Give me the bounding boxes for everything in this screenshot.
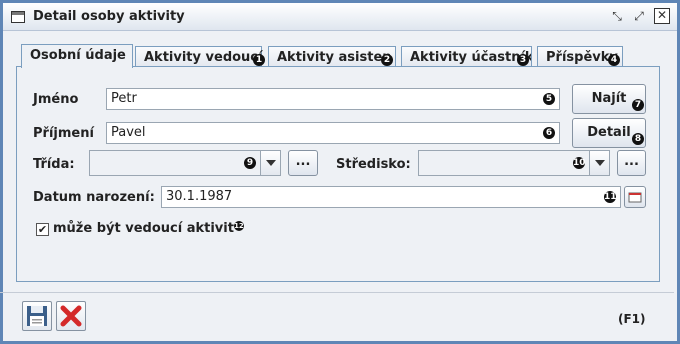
window-icon (11, 11, 25, 23)
first-name-label: Jméno (33, 92, 79, 107)
last-name-label: Příjmení (33, 126, 94, 141)
tab-aktivity-vedouci[interactable]: Aktivity vedoucí 1 (135, 46, 265, 67)
button-badge: 7 (632, 99, 644, 111)
field-badge: 6 (543, 127, 555, 139)
tab-label: Příspěvky (546, 50, 618, 65)
class-browse-button[interactable]: ... (288, 150, 318, 176)
tab-label: Aktivity asisten (277, 50, 392, 65)
center-browse-button[interactable]: ... (617, 150, 646, 176)
tab-badge: 1 (253, 54, 265, 66)
tab-aktivity-ucastnik[interactable]: Aktivity účastník 3 (401, 46, 532, 67)
class-combobox[interactable]: 9 (89, 150, 281, 176)
save-button[interactable] (22, 301, 52, 331)
field-badge: 5 (543, 93, 555, 105)
detail-button[interactable]: Detail 8 (572, 118, 646, 148)
tab-label: Osobní údaje (30, 48, 126, 63)
find-button[interactable]: Najít 7 (572, 84, 646, 114)
tab-badge: 4 (608, 54, 620, 66)
detail-button-label: Detail (587, 125, 631, 140)
footer-separator (0, 292, 674, 293)
save-icon (27, 306, 47, 326)
minimize-icon[interactable]: ⤡ (609, 8, 625, 24)
can-lead-text: může být vedoucí aktivit (53, 221, 234, 236)
combo-badge: 10 (573, 157, 586, 169)
find-button-label: Najít (591, 91, 627, 106)
birth-date-value: 30.1.1987 (166, 189, 233, 204)
birth-date-field[interactable]: 30.1.1987 11 (161, 186, 621, 208)
help-shortcut: (F1) (618, 312, 646, 326)
tab-badge: 3 (517, 54, 529, 66)
title-bar: Detail osoby aktivity ⤡ ⤢ ✕ (3, 3, 677, 31)
can-lead-label: může být vedoucí aktivit12 (53, 221, 244, 236)
center-label: Středisko: (336, 157, 411, 172)
tab-label: Aktivity vedoucí (144, 50, 263, 65)
calendar-icon (628, 192, 642, 203)
cancel-button[interactable] (56, 301, 86, 331)
tab-prispevky[interactable]: Příspěvky 4 (537, 46, 623, 67)
field-badge: 11 (604, 191, 617, 203)
tab-aktivity-asisten[interactable]: Aktivity asisten 2 (268, 46, 396, 67)
birth-date-label: Datum narození: (33, 190, 155, 205)
browse-label: ... (295, 154, 311, 169)
class-label: Třída: (33, 157, 75, 172)
tab-osobni-udaje[interactable]: Osobní údaje (21, 44, 133, 68)
checkbox-badge: 12 (233, 221, 244, 231)
maximize-icon[interactable]: ⤢ (631, 8, 647, 24)
tab-badge: 2 (381, 54, 393, 66)
first-name-field[interactable]: Petr 5 (106, 88, 560, 110)
window-title: Detail osoby aktivity (33, 9, 185, 24)
browse-label: ... (624, 154, 639, 169)
chevron-down-icon[interactable] (260, 151, 280, 175)
combo-badge: 9 (244, 157, 256, 169)
last-name-field[interactable]: Pavel 6 (106, 122, 560, 144)
button-badge: 8 (632, 133, 644, 145)
last-name-value: Pavel (111, 125, 146, 140)
close-icon[interactable]: ✕ (654, 8, 670, 24)
first-name-value: Petr (111, 91, 137, 106)
cancel-icon (60, 305, 82, 327)
can-lead-checkbox[interactable]: ✔ (36, 223, 49, 236)
chevron-down-icon[interactable] (589, 151, 609, 175)
tab-label: Aktivity účastník (410, 50, 532, 65)
calendar-button[interactable] (624, 186, 646, 208)
center-combobox[interactable]: 10 (418, 150, 610, 176)
